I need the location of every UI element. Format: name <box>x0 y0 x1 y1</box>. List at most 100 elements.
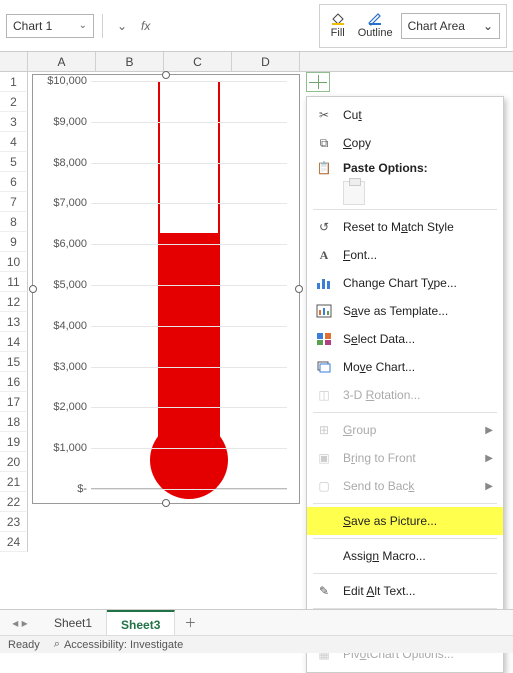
menu-copy[interactable]: ⧉ Copy <box>307 129 503 157</box>
gridline <box>91 407 287 408</box>
resize-handle[interactable] <box>162 71 170 79</box>
paste-options-label: Paste Options: <box>343 161 493 175</box>
embedded-chart[interactable]: $-$1,000$2,000$3,000$4,000$5,000$6,000$7… <box>32 74 300 504</box>
gridline <box>91 81 287 82</box>
row-header[interactable]: 7 <box>0 192 28 212</box>
thermometer-stem <box>158 81 220 461</box>
column-header[interactable]: C <box>164 52 232 71</box>
row-header[interactable]: 9 <box>0 232 28 252</box>
row-header[interactable]: 24 <box>0 532 28 552</box>
column-header[interactable]: A <box>28 52 96 71</box>
gridline <box>91 285 287 286</box>
pen-icon <box>365 12 385 26</box>
row-header[interactable]: 10 <box>0 252 28 272</box>
resize-handle[interactable] <box>295 285 303 293</box>
y-tick-label: $6,000 <box>53 238 87 250</box>
new-sheet-button[interactable]: ＋ <box>175 614 205 631</box>
menu-label: Copy <box>343 136 493 150</box>
menu-label: Save as Picture... <box>343 514 493 528</box>
row-header[interactable]: 18 <box>0 412 28 432</box>
menu-save-as-picture[interactable]: Save as Picture... <box>307 507 503 535</box>
row-header[interactable]: 13 <box>0 312 28 332</box>
row-header[interactable]: 16 <box>0 372 28 392</box>
menu-move-chart[interactable]: Move Chart... <box>307 353 503 381</box>
menu-save-template[interactable]: Save as Template... <box>307 297 503 325</box>
reset-icon: ↺ <box>315 218 333 236</box>
y-tick-label: $3,000 <box>53 361 87 373</box>
cell-cursor-icon <box>306 72 330 92</box>
row-header[interactable]: 3 <box>0 112 28 132</box>
divider <box>102 14 103 38</box>
row-header[interactable]: 11 <box>0 272 28 292</box>
sheet-tab[interactable]: Sheet1 <box>40 610 107 636</box>
menu-select-data[interactable]: Select Data... <box>307 325 503 353</box>
row-header[interactable]: 1 <box>0 72 28 92</box>
menu-separator <box>313 538 497 539</box>
chart-element-selector[interactable]: Chart Area ⌄ <box>401 13 500 39</box>
row-header[interactable]: 15 <box>0 352 28 372</box>
column-header[interactable]: B <box>96 52 164 71</box>
menu-3d-rotation: ◫ 3-D Rotation... <box>307 381 503 409</box>
menu-cut[interactable]: ✂ Cut <box>307 101 503 129</box>
menu-change-chart-type[interactable]: Change Chart Type... <box>307 269 503 297</box>
menu-font[interactable]: A Font... <box>307 241 503 269</box>
plot-area: $-$1,000$2,000$3,000$4,000$5,000$6,000$7… <box>41 81 291 489</box>
column-header[interactable]: D <box>232 52 300 71</box>
y-axis-labels: $-$1,000$2,000$3,000$4,000$5,000$6,000$7… <box>41 81 91 489</box>
gridline <box>91 244 287 245</box>
row-header[interactable]: 14 <box>0 332 28 352</box>
menu-label: 3-D Rotation... <box>343 388 493 402</box>
row-header[interactable]: 23 <box>0 512 28 532</box>
chevron-down-icon: ⌄ <box>483 19 493 33</box>
row-header[interactable]: 22 <box>0 492 28 512</box>
status-accessibility[interactable]: ⌕ Accessibility: Investigate <box>54 638 183 651</box>
menu-label: Select Data... <box>343 332 493 346</box>
row-header[interactable]: 17 <box>0 392 28 412</box>
row-header[interactable]: 5 <box>0 152 28 172</box>
row-header[interactable]: 12 <box>0 292 28 312</box>
submenu-arrow-icon: ▶ <box>485 425 493 436</box>
row-header[interactable]: 6 <box>0 172 28 192</box>
y-tick-label: $10,000 <box>47 75 87 87</box>
fx-cancel-icon[interactable]: ⌄ <box>111 19 133 33</box>
sheet-tab-active[interactable]: Sheet3 <box>107 610 175 636</box>
menu-label: Change Chart Type... <box>343 276 493 290</box>
row-header[interactable]: 8 <box>0 212 28 232</box>
name-box[interactable]: Chart 1 ⌄ <box>6 14 94 38</box>
blank-icon <box>315 512 333 530</box>
row-header[interactable]: 19 <box>0 432 28 452</box>
menu-bring-front: ▣ Bring to Front ▶ <box>307 444 503 472</box>
menu-alt-text[interactable]: ✎ Edit Alt Text... <box>307 577 503 605</box>
select-data-icon <box>315 330 333 348</box>
font-icon: A <box>315 246 333 264</box>
alt-text-icon: ✎ <box>315 582 333 600</box>
menu-separator <box>313 573 497 574</box>
row-header[interactable]: 20 <box>0 452 28 472</box>
outline-button[interactable]: Outline <box>356 12 395 39</box>
tab-nav-arrows[interactable]: ◂ ▸ <box>0 616 40 630</box>
rotation-icon: ◫ <box>315 386 333 404</box>
resize-handle[interactable] <box>29 285 37 293</box>
row-header[interactable]: 2 <box>0 92 28 112</box>
fx-label[interactable]: fx <box>141 19 150 33</box>
fill-label: Fill <box>331 27 345 39</box>
menu-reset-style[interactable]: ↺ Reset to Match Style <box>307 213 503 241</box>
fill-button[interactable]: Fill <box>326 12 350 39</box>
menu-label: Cut <box>343 108 493 122</box>
bring-front-icon: ▣ <box>315 449 333 467</box>
menu-group: ⊞ Group ▶ <box>307 416 503 444</box>
menu-assign-macro[interactable]: Assign Macro... <box>307 542 503 570</box>
gridline <box>91 448 287 449</box>
y-tick-label: $9,000 <box>53 116 87 128</box>
menu-separator <box>313 503 497 504</box>
group-icon: ⊞ <box>315 421 333 439</box>
resize-handle[interactable] <box>162 499 170 507</box>
row-header[interactable]: 4 <box>0 132 28 152</box>
row-header[interactable]: 21 <box>0 472 28 492</box>
select-all-corner[interactable] <box>0 52 28 71</box>
gridline <box>91 203 287 204</box>
paste-option-button[interactable] <box>343 181 365 205</box>
menu-send-back: ▢ Send to Back ▶ <box>307 472 503 500</box>
y-tick-label: $4,000 <box>53 320 87 332</box>
menu-label: Save as Template... <box>343 304 493 318</box>
